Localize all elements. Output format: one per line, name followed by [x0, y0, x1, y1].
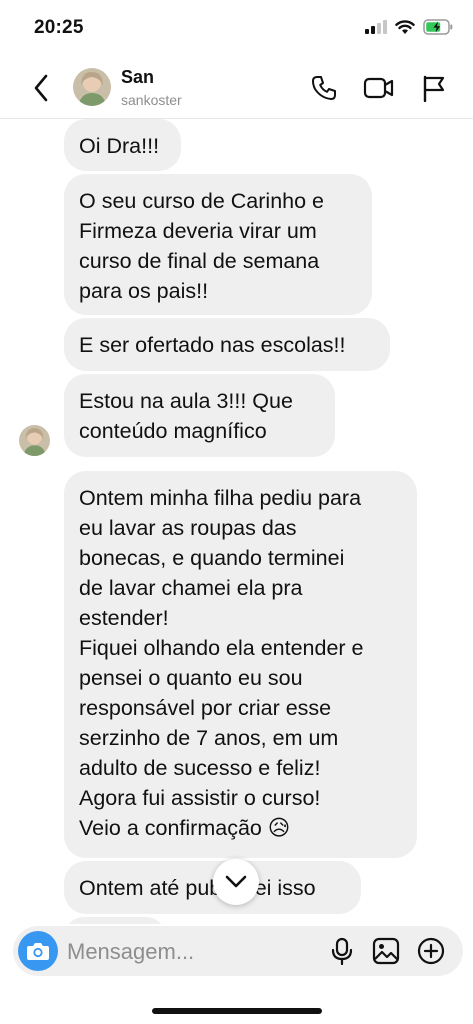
home-indicator[interactable]: [152, 1008, 322, 1014]
camera-icon: [27, 943, 49, 960]
avatar[interactable]: [73, 68, 111, 106]
chat-header: San sankoster: [0, 58, 473, 119]
message-avatar[interactable]: [19, 425, 50, 456]
chevron-down-icon: [225, 875, 247, 888]
message-composer: [13, 926, 463, 976]
voice-message-button[interactable]: [326, 935, 358, 967]
image-icon: [372, 937, 400, 965]
message-bubble[interactable]: O seu curso de Carinho e Firmeza deveria…: [64, 174, 372, 315]
video-icon: [363, 77, 394, 99]
phone-icon: [312, 76, 336, 100]
contact-name[interactable]: San: [121, 67, 154, 88]
back-icon: [34, 74, 48, 102]
message-bubble[interactable]: Estou na aula 3!!! Que conteúdo magnífic…: [64, 374, 335, 457]
report-button[interactable]: [418, 72, 450, 104]
status-icons: [365, 19, 453, 40]
message-bubble[interactable]: Ontem até publiquei isso: [64, 861, 361, 914]
status-bar: 20:25: [0, 0, 473, 58]
battery-icon: [423, 19, 453, 40]
message-bubble[interactable]: Ontem minha filha pediu para eu lavar as…: [64, 471, 417, 858]
back-button[interactable]: [28, 72, 54, 104]
signal-icon: [365, 20, 387, 39]
message-bubble-partial[interactable]: [64, 917, 166, 924]
more-options-button[interactable]: [415, 935, 447, 967]
scroll-to-bottom-button[interactable]: [213, 859, 259, 905]
call-button[interactable]: [308, 72, 340, 104]
flag-icon: [423, 75, 445, 102]
camera-button[interactable]: [18, 931, 58, 971]
plus-circle-icon: [417, 937, 445, 965]
message-input[interactable]: [65, 934, 324, 970]
dm-screen: 20:25 San sankoster Oi Dra!!! O seu curs…: [0, 0, 473, 1024]
message-bubble[interactable]: E ser ofertado nas escolas!!: [64, 318, 390, 371]
wifi-icon: [395, 19, 415, 40]
status-time: 20:25: [34, 17, 84, 38]
mic-icon: [331, 937, 353, 965]
message-thread[interactable]: Oi Dra!!! O seu curso de Carinho e Firme…: [0, 119, 473, 924]
message-bubble[interactable]: Oi Dra!!!: [64, 119, 181, 171]
contact-username[interactable]: sankoster: [121, 92, 182, 108]
video-call-button[interactable]: [363, 72, 395, 104]
gallery-button[interactable]: [370, 935, 402, 967]
